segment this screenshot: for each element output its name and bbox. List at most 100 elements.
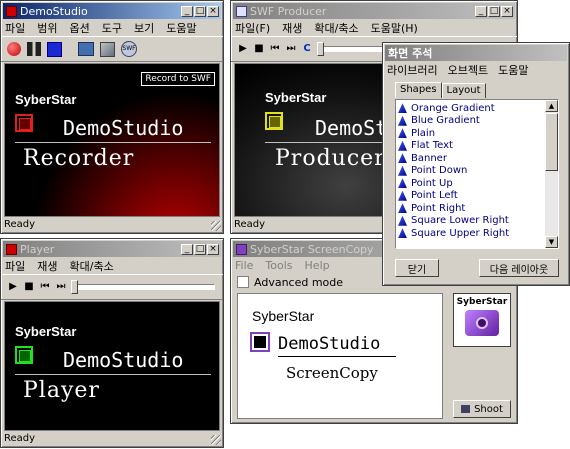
list-items: Orange Gradient Blue Gradient Plain Flat… <box>398 102 544 240</box>
advanced-mode-checkbox[interactable] <box>237 276 249 288</box>
list-item[interactable]: Point Right <box>398 202 544 215</box>
list-item[interactable]: Flat Text <box>398 140 544 153</box>
swf-icon[interactable]: SWF <box>121 41 137 57</box>
prev-icon[interactable]: ⏮ <box>39 281 51 293</box>
play-icon[interactable]: ▶ <box>7 281 19 293</box>
shape-icon <box>398 203 407 214</box>
list-item[interactable]: Square Upper Right <box>398 227 544 240</box>
stop-icon[interactable]: ■ <box>253 43 265 55</box>
logo-icon <box>15 114 33 132</box>
resize-grip[interactable] <box>211 221 221 231</box>
close-button[interactable]: × <box>207 5 219 17</box>
app-icon <box>6 243 17 255</box>
minimize-button[interactable]: _ <box>475 5 487 17</box>
menu-file[interactable]: File <box>235 259 253 272</box>
stop-icon[interactable] <box>47 41 62 57</box>
status-bar: Ready <box>4 218 36 230</box>
shape-icon <box>398 190 407 201</box>
screencopy-preview: SyberStar DemoStudio ScreenCopy <box>237 293 443 419</box>
menu-tools[interactable]: 도구 <box>102 20 122 36</box>
list-item[interactable]: Point Left <box>398 190 544 203</box>
tab-shapes[interactable]: Shapes <box>395 82 442 98</box>
shape-icon <box>398 178 407 189</box>
shoot-icon <box>461 405 471 413</box>
window-title: 화면 주석 <box>388 47 433 60</box>
producer-titlebar[interactable]: SWF Producer _ □ × <box>233 3 515 19</box>
prev-icon[interactable]: ⏮ <box>269 43 281 55</box>
scroll-up-button[interactable]: ▲ <box>545 100 558 112</box>
menu-file[interactable]: 파일(F) <box>235 20 270 36</box>
slider-thumb[interactable] <box>71 280 78 294</box>
menu-zoom[interactable]: 확대/축소 <box>70 258 114 274</box>
menu-help[interactable]: 도움말 <box>498 62 528 78</box>
shape-icon <box>398 140 407 151</box>
list-item[interactable]: Banner <box>398 152 544 165</box>
play-icon[interactable]: ▶ <box>237 43 249 55</box>
resize-grip[interactable] <box>211 435 221 445</box>
maximize-button[interactable]: □ <box>194 5 206 17</box>
pause-icon[interactable] <box>27 42 41 56</box>
next-layout-button[interactable]: 다음 레이아웃 <box>479 259 559 277</box>
next-icon[interactable]: ⏭ <box>55 281 67 293</box>
menu-library[interactable]: 라이브러리 <box>387 62 438 78</box>
list-item[interactable]: Point Down <box>398 165 544 178</box>
shape-list: Orange Gradient Blue Gradient Plain Flat… <box>395 99 559 249</box>
maximize-button[interactable]: □ <box>488 5 500 17</box>
product-label: DemoStudio <box>63 348 184 372</box>
close-button[interactable]: × <box>207 243 219 255</box>
list-item[interactable]: Point Up <box>398 177 544 190</box>
product-label: DemoStudio <box>63 116 184 140</box>
menu-view[interactable]: 보기 <box>134 20 154 36</box>
menu-play[interactable]: 재생 <box>37 258 57 274</box>
menu-help[interactable]: Help <box>305 259 330 272</box>
brand-label: SyberStar <box>15 324 77 339</box>
menu-play[interactable]: 재생 <box>282 20 302 36</box>
app-icon <box>6 5 17 17</box>
shoot-button[interactable]: Shoot <box>453 400 511 418</box>
player-toolbar: ▶ ■ ⏮ ⏭ <box>1 274 223 300</box>
menu-file[interactable]: 파일 <box>5 258 25 274</box>
tooltip: Record to SWF <box>141 72 215 86</box>
list-item[interactable]: Orange Gradient <box>398 102 544 115</box>
refresh-icon[interactable]: C <box>301 43 313 55</box>
player-stage: SyberStar DemoStudio Player <box>4 301 220 431</box>
app-name: Recorder <box>23 146 135 171</box>
scroll-down-button[interactable]: ▼ <box>545 236 558 248</box>
menu-help[interactable]: 도움말(H) <box>371 20 418 36</box>
list-item[interactable]: Square Lower Right <box>398 215 544 228</box>
annotation-titlebar[interactable]: 화면 주석 <box>385 45 567 61</box>
menu-object[interactable]: 오브젝트 <box>448 62 488 78</box>
menu-zoom[interactable]: 확대/축소 <box>314 20 358 36</box>
tab-layout[interactable]: Layout <box>441 83 486 98</box>
scroll-thumb[interactable] <box>545 113 558 171</box>
minimize-button[interactable]: _ <box>181 243 193 255</box>
app-name: Player <box>23 378 100 403</box>
menu-range[interactable]: 범위 <box>37 20 57 36</box>
palette-icon[interactable] <box>100 41 115 57</box>
list-item[interactable]: Plain <box>398 127 544 140</box>
close-dialog-button[interactable]: 닫기 <box>395 259 439 277</box>
stop-icon[interactable]: ■ <box>23 281 35 293</box>
list-scrollbar[interactable]: ▲ ▼ <box>545 100 558 248</box>
menu-file[interactable]: 파일 <box>5 20 25 36</box>
shape-icon <box>398 115 407 126</box>
list-item[interactable]: Blue Gradient <box>398 115 544 128</box>
menu-help[interactable]: 도움말 <box>166 20 196 36</box>
recorder-titlebar[interactable]: DemoStudio _ □ × <box>3 3 221 19</box>
divider <box>15 142 211 143</box>
slider-thumb[interactable] <box>317 42 324 56</box>
minimize-button[interactable]: _ <box>181 5 193 17</box>
player-titlebar[interactable]: Player _ □ × <box>3 241 221 257</box>
menu-options[interactable]: 옵션 <box>70 20 90 36</box>
monitor-icon[interactable] <box>78 42 94 56</box>
next-icon[interactable]: ⏭ <box>285 43 297 55</box>
shape-icon <box>398 165 407 176</box>
seek-slider[interactable] <box>71 280 215 294</box>
maximize-button[interactable]: □ <box>194 243 206 255</box>
player-window: Player _ □ × 파일 재생 확대/축소 ▶ ■ ⏮ ⏭ SyberStar… <box>0 238 224 448</box>
record-icon[interactable] <box>7 42 21 56</box>
window-title: SWF Producer <box>250 4 327 18</box>
shape-icon <box>398 215 407 226</box>
close-button[interactable]: × <box>501 5 513 17</box>
menu-tools[interactable]: Tools <box>265 259 292 272</box>
